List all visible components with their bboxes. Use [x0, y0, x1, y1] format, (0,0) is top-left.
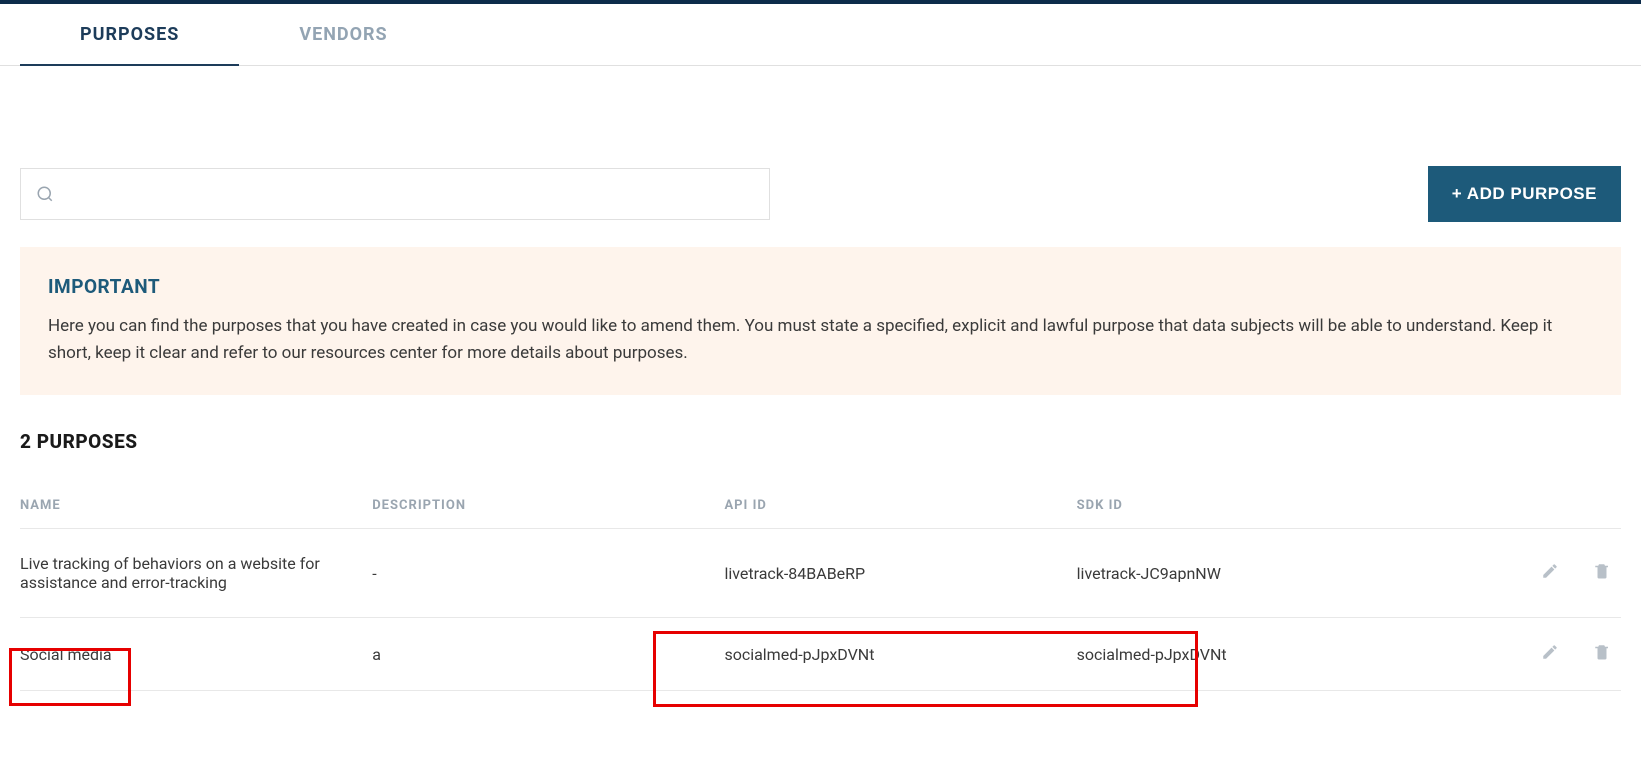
header-name: NAME — [20, 483, 372, 529]
delete-icon[interactable] — [1593, 643, 1611, 661]
cell-sdk-id: socialmed-pJpxDVNt — [1077, 618, 1461, 691]
important-box: IMPORTANT Here you can find the purposes… — [20, 247, 1621, 395]
cell-name: Live tracking of behaviors on a website … — [20, 529, 372, 618]
important-text: Here you can find the purposes that you … — [48, 313, 1593, 367]
search-add-row: + ADD PURPOSE — [20, 166, 1621, 222]
search-input[interactable] — [64, 185, 754, 203]
cell-api-id: socialmed-pJpxDVNt — [724, 618, 1076, 691]
purposes-count: 2 PURPOSES — [20, 430, 1621, 453]
page-wrapper: PURPOSES VENDORS + ADD PURPOSE IMPORTANT… — [0, 0, 1641, 711]
cell-api-id: livetrack-84BABeRP — [724, 529, 1076, 618]
tabs-container: PURPOSES VENDORS — [0, 4, 1641, 66]
header-sdk-id: SDK ID — [1077, 483, 1461, 529]
header-actions — [1461, 483, 1621, 529]
cell-actions — [1461, 529, 1621, 618]
table-row: Social media a socialmed-pJpxDVNt social… — [20, 618, 1621, 691]
content-area: + ADD PURPOSE IMPORTANT Here you can fin… — [0, 66, 1641, 711]
tab-vendors[interactable]: VENDORS — [239, 4, 447, 65]
edit-icon[interactable] — [1541, 562, 1559, 580]
add-purpose-button[interactable]: + ADD PURPOSE — [1428, 166, 1621, 222]
edit-icon[interactable] — [1541, 643, 1559, 661]
important-title: IMPORTANT — [48, 275, 1593, 298]
tab-purposes[interactable]: PURPOSES — [20, 4, 239, 65]
search-box[interactable] — [20, 168, 770, 220]
cell-description: a — [372, 618, 724, 691]
cell-name: Social media — [20, 618, 372, 691]
cell-actions — [1461, 618, 1621, 691]
delete-icon[interactable] — [1593, 562, 1611, 580]
header-api-id: API ID — [724, 483, 1076, 529]
cell-sdk-id: livetrack-JC9apnNW — [1077, 529, 1461, 618]
search-icon — [36, 185, 54, 203]
cell-description: - — [372, 529, 724, 618]
table-row: Live tracking of behaviors on a website … — [20, 529, 1621, 618]
header-description: DESCRIPTION — [372, 483, 724, 529]
purposes-table: NAME DESCRIPTION API ID SDK ID Live trac… — [20, 483, 1621, 691]
table-header-row: NAME DESCRIPTION API ID SDK ID — [20, 483, 1621, 529]
